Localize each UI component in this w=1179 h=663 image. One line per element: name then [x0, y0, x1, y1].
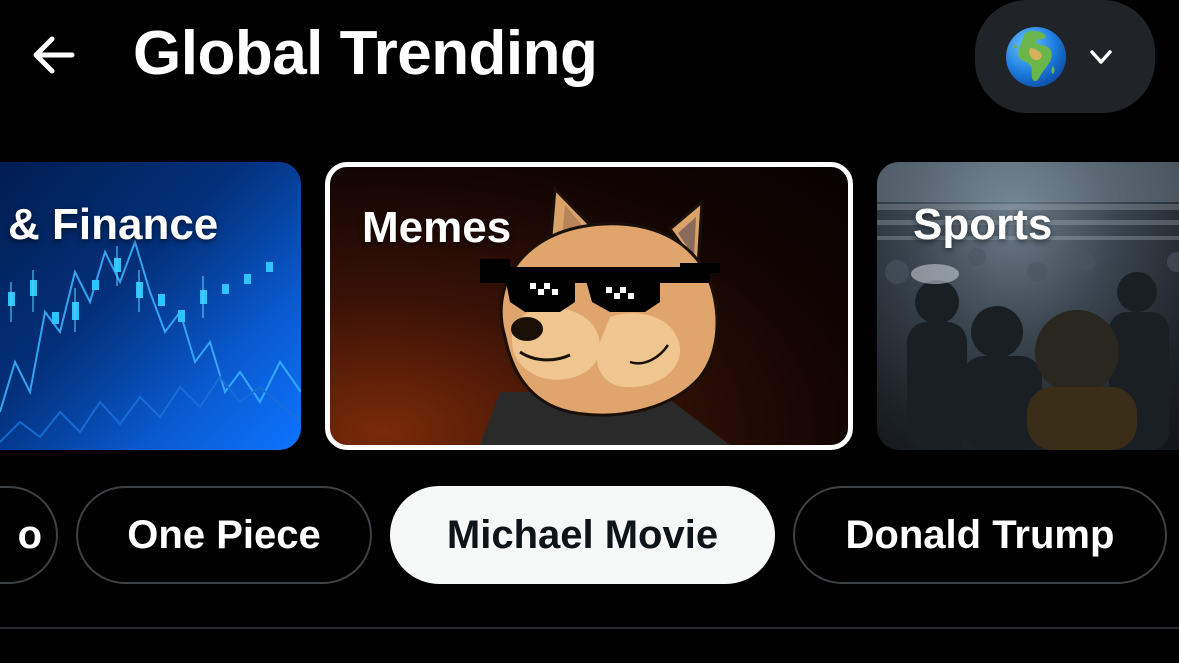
category-label: Memes — [362, 203, 512, 252]
category-label: & Finance — [8, 200, 219, 249]
globe-icon — [1006, 26, 1066, 87]
category-label: Sports — [913, 200, 1053, 249]
topic-pill-one-piece[interactable]: One Piece — [76, 486, 372, 584]
topic-pill-donald-trump[interactable]: Donald Trump — [793, 486, 1167, 584]
region-selector-button[interactable] — [975, 0, 1155, 113]
category-card-memes[interactable]: Memes — [325, 162, 853, 450]
page-title: Global Trending — [133, 19, 598, 88]
topic-pill[interactable]: o — [0, 486, 58, 584]
category-card-finance[interactable]: & Finance — [0, 162, 301, 450]
divider — [0, 627, 1179, 629]
back-button[interactable] — [20, 22, 86, 88]
topic-pill-michael-movie[interactable]: Michael Movie — [390, 486, 775, 584]
chevron-down-icon — [1090, 49, 1112, 64]
global-trending-screen: Global Trending & Finance Memes Sports o… — [0, 0, 1179, 663]
arrow-left-icon — [33, 36, 75, 74]
category-card-sports[interactable]: Sports — [877, 162, 1179, 450]
